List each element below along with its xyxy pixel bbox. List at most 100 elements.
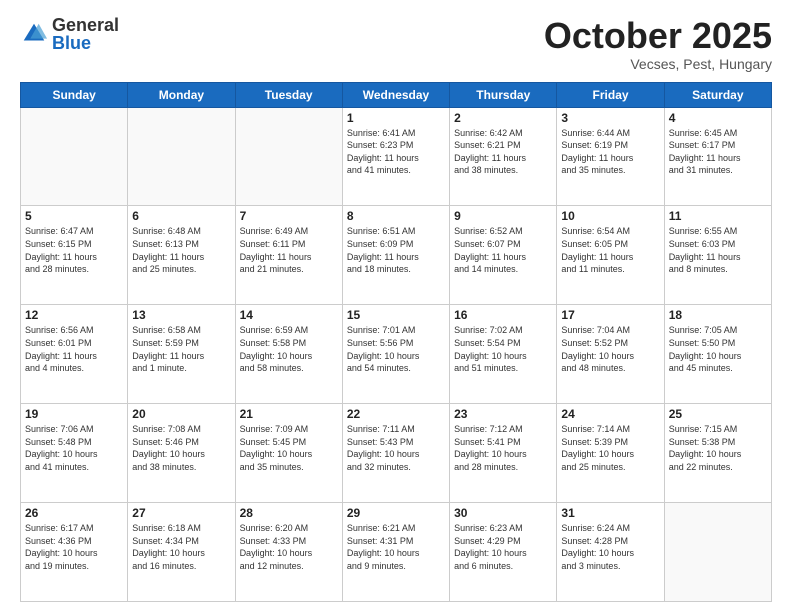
logo-icon: [20, 20, 48, 48]
week-row-0: 1Sunrise: 6:41 AM Sunset: 6:23 PM Daylig…: [21, 107, 772, 206]
day-info: Sunrise: 7:11 AM Sunset: 5:43 PM Dayligh…: [347, 423, 445, 473]
day-cell: 18 Sunrise: 7:05 AM Sunset: 5:50 PM Dayli…: [664, 305, 771, 404]
day-number: 7: [240, 209, 338, 223]
day-cell: 10Sunrise: 6:54 AM Sunset: 6:05 PM Dayli…: [557, 206, 664, 305]
day-info: Sunrise: 6:20 AM Sunset: 4:33 PM Dayligh…: [240, 522, 338, 572]
col-saturday: Saturday: [664, 82, 771, 107]
day-info: Sunrise: 7:12 AM Sunset: 5:41 PM Dayligh…: [454, 423, 552, 473]
day-cell: 22 Sunrise: 7:11 AM Sunset: 5:43 PM Dayli…: [342, 404, 449, 503]
day-cell: 17 Sunrise: 7:04 AM Sunset: 5:52 PM Dayli…: [557, 305, 664, 404]
day-number: 14: [240, 308, 338, 322]
days-row: Sunday Monday Tuesday Wednesday Thursday…: [21, 82, 772, 107]
week-row-1: 5 Sunrise: 6:47 AM Sunset: 6:15 PM Daylig…: [21, 206, 772, 305]
day-cell: 26 Sunrise: 6:17 AM Sunset: 4:36 PM Dayli…: [21, 503, 128, 602]
col-monday: Monday: [128, 82, 235, 107]
col-tuesday: Tuesday: [235, 82, 342, 107]
day-cell: 28 Sunrise: 6:20 AM Sunset: 4:33 PM Dayli…: [235, 503, 342, 602]
day-info: Sunrise: 7:09 AM Sunset: 5:45 PM Dayligh…: [240, 423, 338, 473]
day-cell: 14 Sunrise: 6:59 AM Sunset: 5:58 PM Dayli…: [235, 305, 342, 404]
day-info: Sunrise: 6:18 AM Sunset: 4:34 PM Dayligh…: [132, 522, 230, 572]
day-number: 20: [132, 407, 230, 421]
week-row-2: 12Sunrise: 6:56 AM Sunset: 6:01 PM Dayli…: [21, 305, 772, 404]
day-info: Sunrise: 7:08 AM Sunset: 5:46 PM Dayligh…: [132, 423, 230, 473]
day-number: 22: [347, 407, 445, 421]
day-number: 2: [454, 111, 552, 125]
day-number: 15: [347, 308, 445, 322]
day-number: 21: [240, 407, 338, 421]
day-number: 8: [347, 209, 445, 223]
day-cell: 6 Sunrise: 6:48 AM Sunset: 6:13 PM Daylig…: [128, 206, 235, 305]
page: General Blue October 2025 Vecses, Pest, …: [0, 0, 792, 612]
day-cell: 21 Sunrise: 7:09 AM Sunset: 5:45 PM Dayli…: [235, 404, 342, 503]
day-info: Sunrise: 7:01 AM Sunset: 5:56 PM Dayligh…: [347, 324, 445, 374]
day-cell: 9Sunrise: 6:52 AM Sunset: 6:07 PM Daylig…: [450, 206, 557, 305]
day-info: Sunrise: 6:48 AM Sunset: 6:13 PM Dayligh…: [132, 225, 230, 275]
day-number: 26: [25, 506, 123, 520]
day-cell: 11 Sunrise: 6:55 AM Sunset: 6:03 PM Dayli…: [664, 206, 771, 305]
day-info: Sunrise: 6:45 AM Sunset: 6:17 PM Dayligh…: [669, 127, 767, 177]
day-cell: 1Sunrise: 6:41 AM Sunset: 6:23 PM Daylig…: [342, 107, 449, 206]
col-thursday: Thursday: [450, 82, 557, 107]
day-number: 18: [669, 308, 767, 322]
day-info: Sunrise: 6:58 AM Sunset: 5:59 PM Dayligh…: [132, 324, 230, 374]
day-number: 5: [25, 209, 123, 223]
day-cell: 4Sunrise: 6:45 AM Sunset: 6:17 PM Daylig…: [664, 107, 771, 206]
day-cell: 20 Sunrise: 7:08 AM Sunset: 5:46 PM Dayli…: [128, 404, 235, 503]
day-number: 10: [561, 209, 659, 223]
day-cell: 24 Sunrise: 7:14 AM Sunset: 5:39 PM Dayli…: [557, 404, 664, 503]
day-cell: 15 Sunrise: 7:01 AM Sunset: 5:56 PM Dayli…: [342, 305, 449, 404]
day-number: 6: [132, 209, 230, 223]
day-number: 16: [454, 308, 552, 322]
title-month: October 2025: [544, 16, 772, 56]
day-info: Sunrise: 7:15 AM Sunset: 5:38 PM Dayligh…: [669, 423, 767, 473]
day-cell: 29Sunrise: 6:21 AM Sunset: 4:31 PM Dayli…: [342, 503, 449, 602]
day-cell: [21, 107, 128, 206]
day-number: 11: [669, 209, 767, 223]
day-number: 13: [132, 308, 230, 322]
day-info: Sunrise: 6:55 AM Sunset: 6:03 PM Dayligh…: [669, 225, 767, 275]
day-number: 27: [132, 506, 230, 520]
day-info: Sunrise: 6:49 AM Sunset: 6:11 PM Dayligh…: [240, 225, 338, 275]
day-info: Sunrise: 6:42 AM Sunset: 6:21 PM Dayligh…: [454, 127, 552, 177]
header: General Blue October 2025 Vecses, Pest, …: [20, 16, 772, 72]
day-cell: 30 Sunrise: 6:23 AM Sunset: 4:29 PM Dayli…: [450, 503, 557, 602]
day-number: 24: [561, 407, 659, 421]
day-cell: 25 Sunrise: 7:15 AM Sunset: 5:38 PM Dayli…: [664, 404, 771, 503]
col-friday: Friday: [557, 82, 664, 107]
day-number: 30: [454, 506, 552, 520]
day-cell: 5 Sunrise: 6:47 AM Sunset: 6:15 PM Daylig…: [21, 206, 128, 305]
week-row-3: 19Sunrise: 7:06 AM Sunset: 5:48 PM Dayli…: [21, 404, 772, 503]
day-info: Sunrise: 6:17 AM Sunset: 4:36 PM Dayligh…: [25, 522, 123, 572]
logo: General Blue: [20, 16, 119, 52]
col-wednesday: Wednesday: [342, 82, 449, 107]
day-cell: 3Sunrise: 6:44 AM Sunset: 6:19 PM Daylig…: [557, 107, 664, 206]
day-cell: 31Sunrise: 6:24 AM Sunset: 4:28 PM Dayli…: [557, 503, 664, 602]
day-info: Sunrise: 7:14 AM Sunset: 5:39 PM Dayligh…: [561, 423, 659, 473]
day-number: 1: [347, 111, 445, 125]
day-number: 23: [454, 407, 552, 421]
week-row-4: 26 Sunrise: 6:17 AM Sunset: 4:36 PM Dayli…: [21, 503, 772, 602]
day-info: Sunrise: 6:44 AM Sunset: 6:19 PM Dayligh…: [561, 127, 659, 177]
day-info: Sunrise: 6:23 AM Sunset: 4:29 PM Dayligh…: [454, 522, 552, 572]
day-cell: 13 Sunrise: 6:58 AM Sunset: 5:59 PM Dayli…: [128, 305, 235, 404]
day-cell: [235, 107, 342, 206]
day-info: Sunrise: 7:04 AM Sunset: 5:52 PM Dayligh…: [561, 324, 659, 374]
col-sunday: Sunday: [21, 82, 128, 107]
day-cell: 12Sunrise: 6:56 AM Sunset: 6:01 PM Dayli…: [21, 305, 128, 404]
day-number: 25: [669, 407, 767, 421]
title-block: October 2025 Vecses, Pest, Hungary: [544, 16, 772, 72]
day-cell: 16 Sunrise: 7:02 AM Sunset: 5:54 PM Dayli…: [450, 305, 557, 404]
day-info: Sunrise: 7:05 AM Sunset: 5:50 PM Dayligh…: [669, 324, 767, 374]
day-cell: 27 Sunrise: 6:18 AM Sunset: 4:34 PM Dayli…: [128, 503, 235, 602]
calendar-table: Sunday Monday Tuesday Wednesday Thursday…: [20, 82, 772, 602]
day-info: Sunrise: 6:47 AM Sunset: 6:15 PM Dayligh…: [25, 225, 123, 275]
calendar-body: 1Sunrise: 6:41 AM Sunset: 6:23 PM Daylig…: [21, 107, 772, 601]
day-number: 28: [240, 506, 338, 520]
day-cell: 23 Sunrise: 7:12 AM Sunset: 5:41 PM Dayli…: [450, 404, 557, 503]
day-info: Sunrise: 6:59 AM Sunset: 5:58 PM Dayligh…: [240, 324, 338, 374]
day-info: Sunrise: 6:51 AM Sunset: 6:09 PM Dayligh…: [347, 225, 445, 275]
day-cell: 19Sunrise: 7:06 AM Sunset: 5:48 PM Dayli…: [21, 404, 128, 503]
day-number: 17: [561, 308, 659, 322]
calendar-header: Sunday Monday Tuesday Wednesday Thursday…: [21, 82, 772, 107]
day-info: Sunrise: 7:02 AM Sunset: 5:54 PM Dayligh…: [454, 324, 552, 374]
